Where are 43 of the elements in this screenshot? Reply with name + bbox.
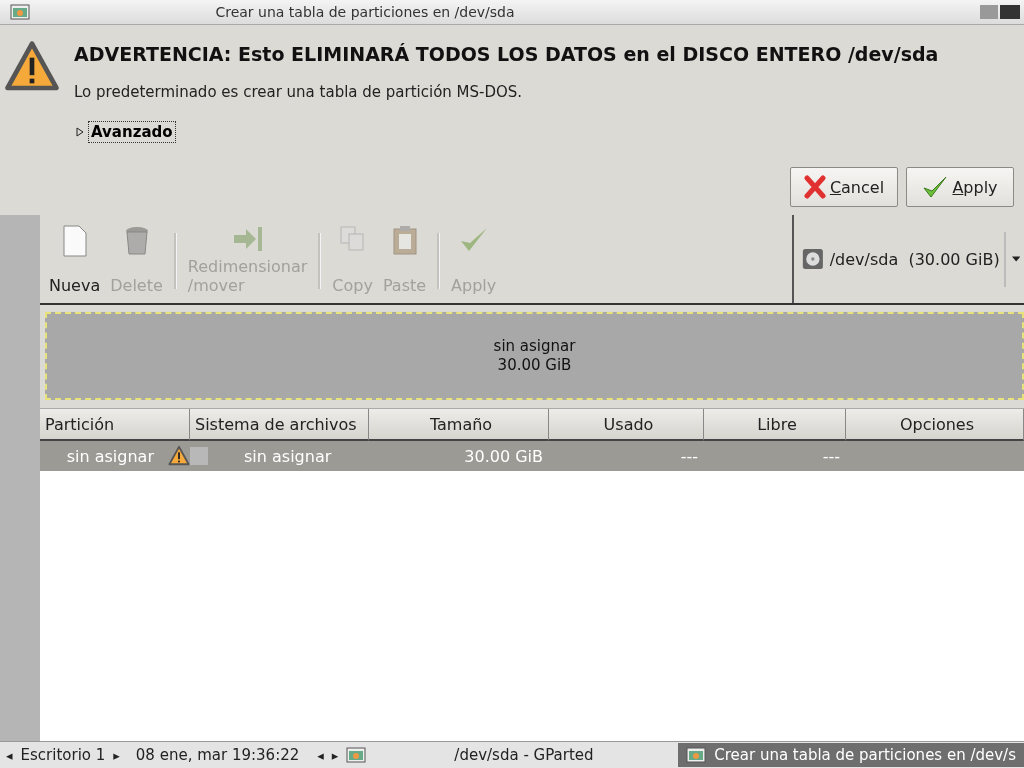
warning-heading: ADVERTENCIA: Esto ELIMINARÁ TODOS LOS DATOS en el DISCO ENTERO /dev/sda (74, 43, 939, 65)
unallocated-block[interactable]: sin asignar 30.00 GiB (45, 312, 1024, 400)
table-cell-text: --- (679, 446, 699, 466)
clipboard-icon (391, 225, 418, 255)
expander-arrow-icon (76, 127, 84, 137)
window-controls-icon (980, 5, 1020, 19)
arrow-to-bar-icon (231, 225, 264, 253)
close-icon (803, 175, 826, 199)
column-header[interactable]: Partición (40, 409, 190, 441)
app-icon (10, 4, 30, 20)
message-text: Lo predeterminado es crear una tabla de partición MS-DOS. (74, 83, 524, 101)
filesystem-swatch (190, 447, 208, 465)
column-header[interactable]: Sistema de archivos (190, 409, 369, 441)
next-desktop-button[interactable]: ▸ (113, 747, 120, 763)
clock: 08 ene, mar 19:36:22 (135, 746, 300, 764)
app-icon (346, 747, 367, 763)
window-title: Crear una tabla de particiones en /dev/sda (214, 4, 516, 20)
column-header[interactable]: Usado (549, 409, 704, 441)
table-cell-text: sin asignar (243, 446, 333, 466)
table-cell-text: sin asignar (65, 446, 155, 466)
toolbar-button[interactable]: Nueva (44, 223, 106, 297)
window-task-label[interactable]: /dev/sda - GParted (454, 746, 594, 764)
warning-icon (168, 445, 190, 467)
column-header[interactable]: Tamaño (369, 409, 549, 441)
task-button[interactable]: Crear una tabla de particiones en /dev/s (678, 743, 1024, 767)
document-icon (61, 225, 88, 257)
desktop-label: Escritorio 1 (20, 746, 106, 764)
previous-task-button[interactable]: ◂ (317, 747, 324, 763)
column-header[interactable]: Libre (704, 409, 846, 441)
partition-label: sin asignar (493, 337, 576, 356)
cancel-button[interactable]: Cancel (790, 167, 898, 207)
previous-desktop-button[interactable]: ◂ (6, 747, 13, 763)
table-cell-text: --- (821, 446, 841, 466)
next-task-button[interactable]: ▸ (331, 747, 339, 763)
dropdown-caret-icon (1011, 256, 1020, 262)
column-header[interactable]: Opciones (846, 409, 1024, 441)
partition-label: 30.00 GiB (497, 356, 572, 375)
app-icon (686, 747, 707, 763)
trash-can-icon (123, 225, 150, 257)
checkmark-icon (922, 175, 949, 199)
copy-icon (338, 225, 367, 253)
table-cell-text: 30.00 GiB (463, 446, 544, 466)
apply-button[interactable]: Apply (906, 167, 1014, 207)
